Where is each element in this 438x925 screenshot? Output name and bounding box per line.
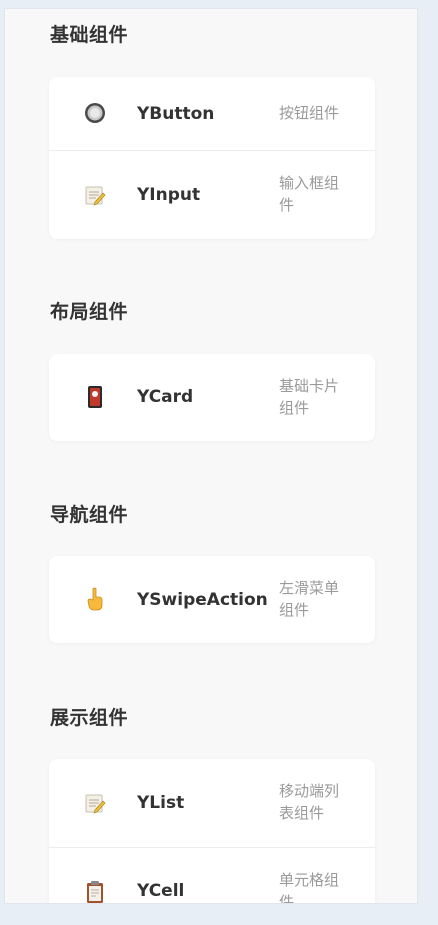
section-title-basic: 基础组件 <box>50 24 129 46</box>
item-name: YInput <box>137 185 201 205</box>
section-card-navigation: YSwipeAction 左滑菜单组件 <box>49 556 375 643</box>
list-item-ylist[interactable]: YList 移动端列表组件 <box>49 759 375 847</box>
section-title-navigation: 导航组件 <box>50 504 129 526</box>
radio-button-icon <box>83 101 107 125</box>
list-item-ybutton[interactable]: YButton 按钮组件 <box>49 77 375 150</box>
section-card-layout: YCard 基础卡片组件 <box>49 354 375 441</box>
item-description: 移动端列表组件 <box>279 782 340 822</box>
list-item-ycard[interactable]: YCard 基础卡片组件 <box>49 354 375 441</box>
item-description: 输入框组件 <box>279 174 340 214</box>
item-name: YList <box>137 793 185 813</box>
item-name: YSwipeAction <box>137 590 268 610</box>
item-description: 单元格组件 <box>279 871 340 904</box>
section-card-basic: YButton 按钮组件 YInput 输入框组件 <box>49 77 375 239</box>
row-divider <box>49 150 375 151</box>
pointing-hand-icon <box>83 587 107 611</box>
item-description: 按钮组件 <box>279 104 340 122</box>
list-item-ycell[interactable]: YCell 单元格组件 <box>49 847 375 904</box>
section-title-layout: 布局组件 <box>50 301 129 323</box>
card-icon <box>83 385 107 409</box>
item-description: 基础卡片组件 <box>279 377 340 417</box>
item-name: YCard <box>137 387 194 407</box>
list-item-yswipeaction[interactable]: YSwipeAction 左滑菜单组件 <box>49 556 375 643</box>
item-name: YCell <box>137 881 185 901</box>
memo-icon <box>83 791 107 815</box>
clipboard-icon <box>83 880 107 903</box>
memo-icon <box>83 183 107 207</box>
section-card-display: YList 移动端列表组件 YCell 单元格组件 <box>49 759 375 904</box>
section-title-display: 展示组件 <box>50 707 129 729</box>
item-name: YButton <box>137 104 215 124</box>
list-item-yinput[interactable]: YInput 输入框组件 <box>49 150 375 239</box>
row-divider <box>49 847 375 848</box>
component-list-page: 基础组件 YButton 按钮组件 YInput 输入框组件 布局组件 YCar… <box>4 8 418 904</box>
item-description: 左滑菜单组件 <box>279 579 340 619</box>
